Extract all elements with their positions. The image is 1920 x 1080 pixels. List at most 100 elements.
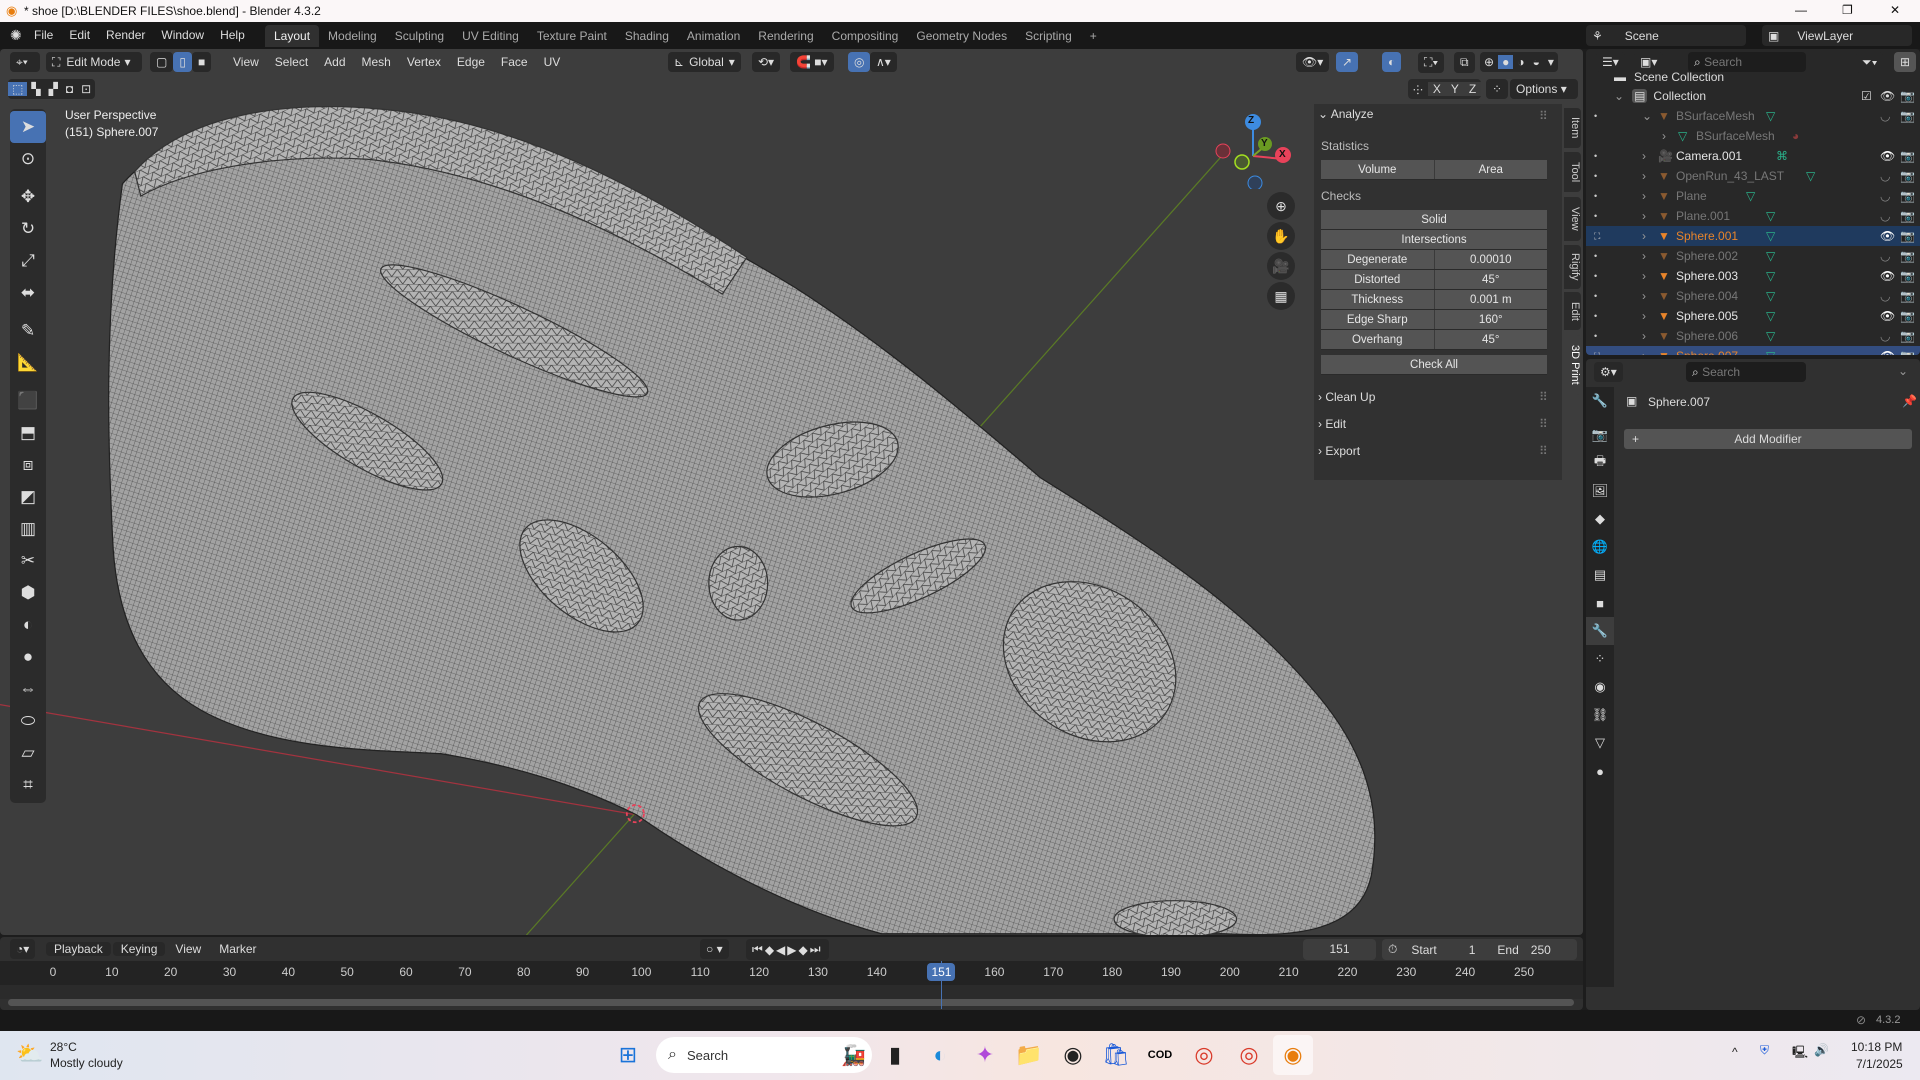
- tab-shading[interactable]: Shading: [616, 25, 678, 47]
- menu-vertex[interactable]: Vertex: [399, 55, 449, 69]
- sidebar-tab-tool[interactable]: Tool: [1564, 152, 1581, 192]
- select-intersect-icon[interactable]: ⊡: [77, 82, 95, 96]
- pivot-icon[interactable]: ⟲▾: [752, 52, 781, 72]
- network-icon[interactable]: 🖳: [1792, 1043, 1808, 1064]
- camera-view-icon[interactable]: 🎥: [1267, 252, 1295, 280]
- mirror-z-toggle[interactable]: Z: [1463, 82, 1482, 96]
- tab-compositing[interactable]: Compositing: [823, 25, 908, 47]
- menu-mesh[interactable]: Mesh: [354, 55, 399, 69]
- expand-chevron-icon[interactable]: ›: [1642, 229, 1646, 243]
- exclude-checkbox[interactable]: ☑: [1861, 89, 1872, 103]
- check-value-field[interactable]: 0.00010: [1433, 250, 1547, 269]
- overlay-toggle-icon[interactable]: ◐: [1382, 52, 1402, 72]
- auto-merge-icon[interactable]: ⁘: [1486, 79, 1509, 99]
- render-camera-icon[interactable]: 📷: [1900, 189, 1915, 203]
- volume-icon[interactable]: 🔊: [1814, 1043, 1829, 1057]
- edit-mode-icon[interactable]: ⛶: [1594, 231, 1600, 242]
- eye-closed-icon[interactable]: ◡: [1880, 249, 1890, 263]
- transform-tool-icon[interactable]: ⬌: [10, 277, 46, 309]
- menu-select[interactable]: Select: [267, 55, 316, 69]
- menu-add[interactable]: Add: [316, 55, 353, 69]
- check-edge-sharp-button[interactable]: Edge Sharp: [1321, 310, 1434, 329]
- render-camera-icon[interactable]: 📷: [1900, 309, 1915, 323]
- eye-icon[interactable]: 👁: [1880, 149, 1895, 163]
- output-tab-icon[interactable]: 🖶: [1586, 449, 1614, 477]
- render-camera-icon[interactable]: 📷: [1900, 209, 1915, 223]
- timeline-menu-view[interactable]: View: [167, 942, 209, 956]
- check-overhang-button[interactable]: Overhang: [1321, 330, 1434, 349]
- expand-chevron-icon[interactable]: ›: [1642, 289, 1646, 303]
- close-button[interactable]: ✕: [1890, 3, 1900, 17]
- vertex-select-icon[interactable]: ▢: [150, 52, 174, 72]
- data-tab-icon[interactable]: ▽: [1586, 729, 1614, 757]
- tool-tab-icon[interactable]: 🔧: [1586, 387, 1614, 415]
- call-of-duty-icon[interactable]: COD: [1140, 1035, 1180, 1075]
- menu-edge[interactable]: Edge: [449, 55, 493, 69]
- render-camera-icon[interactable]: 📷: [1900, 289, 1915, 303]
- mirror-y-toggle[interactable]: Y: [1445, 82, 1464, 96]
- mesh-data-icon[interactable]: ▽: [1766, 289, 1775, 303]
- edge-icon[interactable]: ◐: [920, 1035, 960, 1075]
- view-layer-tab-icon[interactable]: 🖼: [1586, 477, 1614, 505]
- camera-data-icon[interactable]: ⌘: [1776, 149, 1788, 163]
- timeline-editor-icon[interactable]: ◔▾: [10, 939, 36, 959]
- section-edit[interactable]: › Edit ⠿: [1318, 417, 1558, 431]
- blender-menu-icon[interactable]: ✺: [10, 27, 22, 44]
- mirror-x-toggle[interactable]: X: [1427, 82, 1446, 96]
- render-camera-icon[interactable]: 📷: [1900, 169, 1915, 183]
- select-subtract-icon[interactable]: ▞: [45, 82, 62, 96]
- section-export[interactable]: › Export ⠿: [1318, 444, 1558, 458]
- snap-icon[interactable]: 🧲 ■▾: [790, 52, 834, 72]
- check-all-button[interactable]: Check All: [1321, 355, 1547, 374]
- mesh-data-icon[interactable]: ▽: [1766, 309, 1775, 323]
- drag-handle-icon[interactable]: ⠿: [1539, 417, 1548, 431]
- mesh-data-icon[interactable]: ▽: [1766, 349, 1775, 355]
- expand-chevron-icon[interactable]: ›: [1642, 309, 1646, 323]
- menu-edit[interactable]: Edit: [61, 28, 98, 42]
- check-distorted-button[interactable]: Distorted: [1321, 270, 1434, 289]
- collection-row[interactable]: ⌄ ▤ Collection ☑ 👁 📷: [1586, 86, 1920, 106]
- blender-taskbar-icon[interactable]: ◉: [1273, 1035, 1313, 1075]
- render-camera-icon[interactable]: 📷: [1900, 269, 1915, 283]
- jump-end-icon[interactable]: ⏭: [810, 942, 823, 957]
- tab-animation[interactable]: Animation: [678, 25, 749, 47]
- render-camera-icon[interactable]: 📷: [1900, 149, 1915, 163]
- dot-icon[interactable]: •: [1594, 151, 1597, 161]
- expand-chevron-icon[interactable]: ›: [1642, 329, 1646, 343]
- taskbar-search[interactable]: ⌕ Search 🚂: [656, 1037, 872, 1073]
- eye-closed-icon[interactable]: ◡: [1880, 209, 1890, 223]
- select-box-tool-icon[interactable]: ➤: [10, 111, 46, 143]
- render-tab-icon[interactable]: 📷: [1586, 421, 1614, 449]
- outliner-item[interactable]: › ▽ BSurfaceMesh ◕: [1586, 126, 1920, 146]
- eye-closed-icon[interactable]: ◡: [1880, 189, 1890, 203]
- tab-geometry-nodes[interactable]: Geometry Nodes: [907, 25, 1016, 47]
- keyframe-area[interactable]: [0, 985, 1583, 999]
- stopwatch-icon[interactable]: ⏱: [1388, 942, 1397, 957]
- drag-handle-icon[interactable]: ⠿: [1539, 444, 1548, 458]
- edge-slide-tool-icon[interactable]: ⇔: [10, 673, 46, 705]
- solid-shading-icon[interactable]: ●: [1498, 55, 1514, 69]
- menu-face[interactable]: Face: [493, 55, 536, 69]
- dot-icon[interactable]: •: [1594, 331, 1597, 341]
- defender-icon[interactable]: ⛨: [1760, 1043, 1769, 1058]
- file-explorer-icon[interactable]: 📁: [1009, 1035, 1049, 1075]
- render-camera-icon[interactable]: 📷: [1900, 229, 1915, 243]
- eye-closed-icon[interactable]: ◡: [1880, 329, 1890, 343]
- playhead-frame-label[interactable]: 151: [927, 963, 956, 981]
- outliner-item[interactable]: ⛶ › ▼ Sphere.007 ▽ 👁 📷: [1586, 346, 1920, 355]
- outliner-item[interactable]: • › ▼ Plane.001 ▽ ◡ 📷: [1586, 206, 1920, 226]
- mesh-overlay-icon[interactable]: ⛶▾: [1418, 52, 1445, 73]
- select-new-icon[interactable]: ⬚: [8, 82, 28, 96]
- weather-temp[interactable]: 28°C: [50, 1040, 77, 1054]
- edit-mode-icon[interactable]: ⛶: [1594, 351, 1600, 356]
- tab-texture-paint[interactable]: Texture Paint: [528, 25, 616, 47]
- eye-closed-icon[interactable]: ◡: [1880, 109, 1890, 123]
- view-layer-selector[interactable]: ▣ ViewLayer: [1762, 25, 1912, 46]
- material-tab-icon[interactable]: ●: [1586, 757, 1614, 785]
- scene-collection-row[interactable]: ▬ Scene Collection: [1586, 69, 1920, 85]
- end-value[interactable]: 250: [1531, 943, 1551, 957]
- render-camera-icon[interactable]: 📷: [1900, 109, 1915, 123]
- rotate-tool-icon[interactable]: ↻: [10, 213, 46, 245]
- solid-button[interactable]: Solid: [1321, 210, 1547, 229]
- dot-icon[interactable]: •: [1594, 311, 1597, 321]
